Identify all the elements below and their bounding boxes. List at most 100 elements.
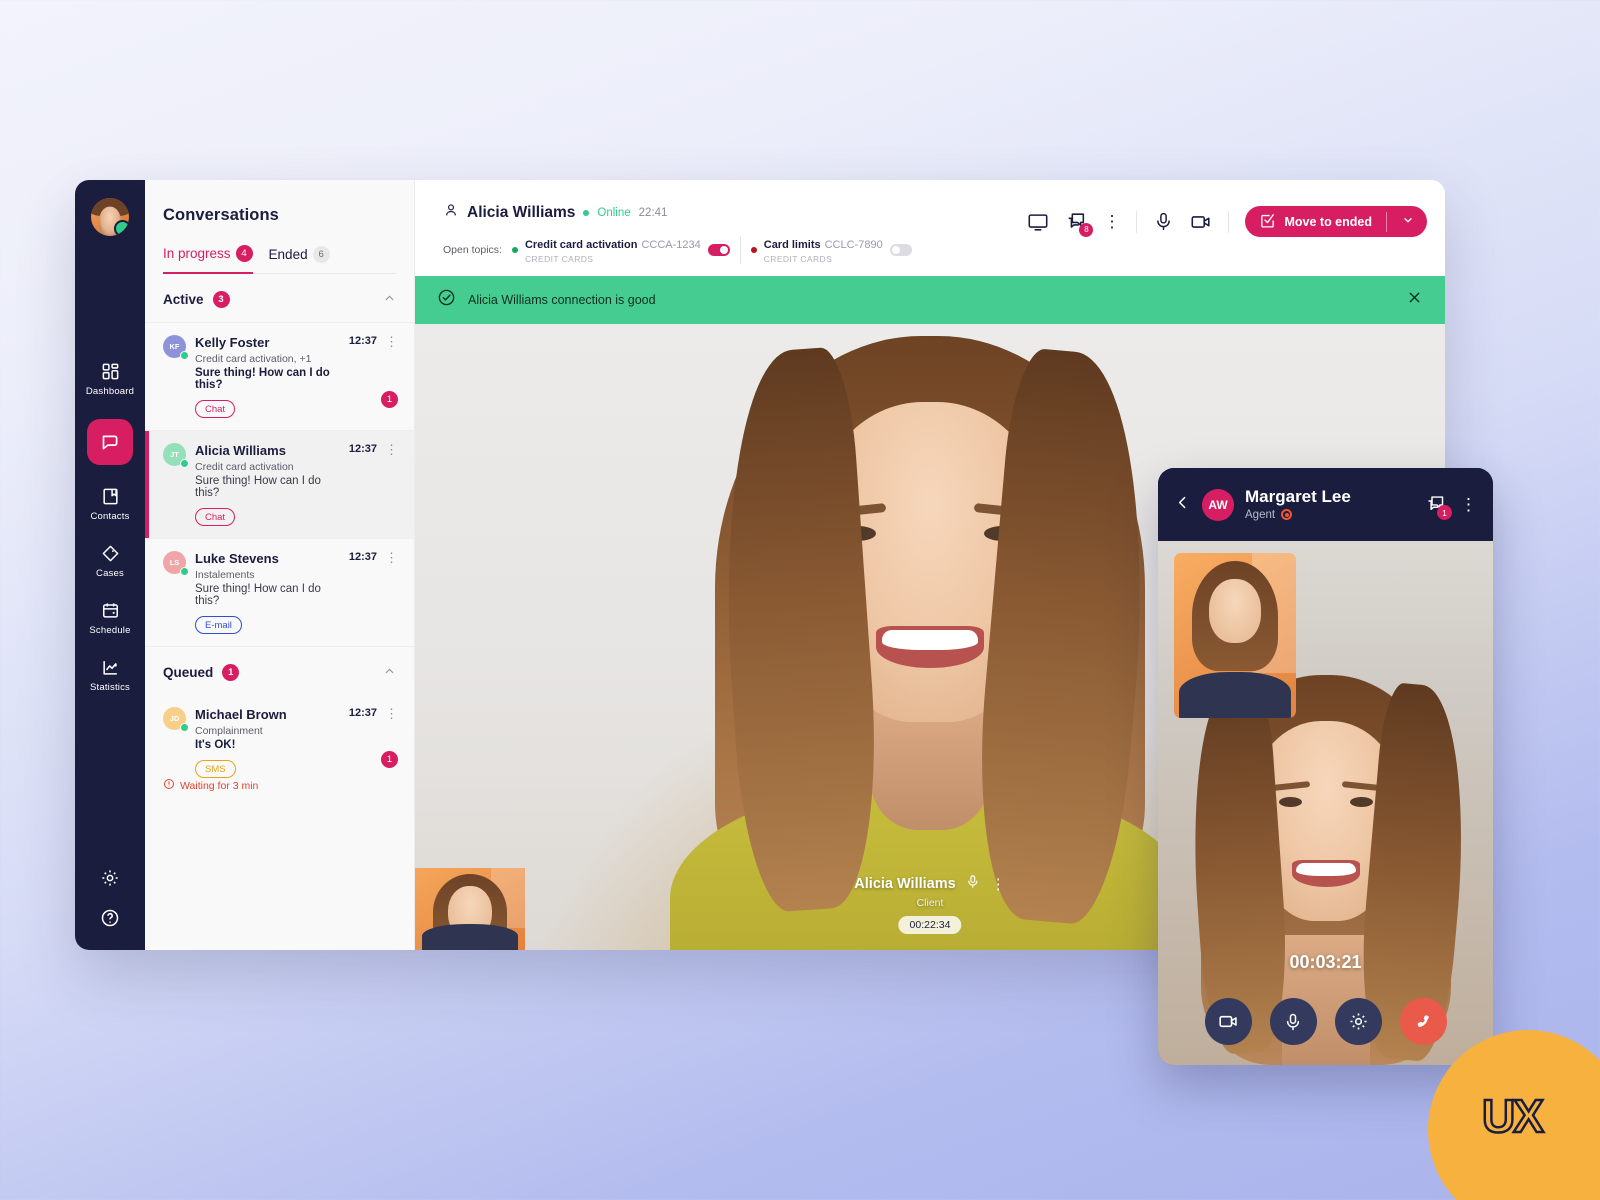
- list-item[interactable]: JT Alicia Williams Credit card activatio…: [145, 430, 414, 538]
- conversation-header-actions: 8 ⋮ Move to ended: [1027, 202, 1427, 237]
- avatar-initials: LS: [169, 558, 180, 567]
- sidebar-item-dashboard[interactable]: Dashboard: [75, 362, 145, 397]
- sidebar-item-statistics[interactable]: Statistics: [75, 658, 145, 693]
- self-view-thumbnail[interactable]: [415, 868, 525, 950]
- agent-avatar[interactable]: [91, 198, 129, 236]
- topic-toggle[interactable]: [707, 243, 730, 256]
- topic-text: Credit card activation CCCA-1234 CREDIT C…: [525, 235, 701, 264]
- sidebar-item-cases[interactable]: Cases: [75, 544, 145, 579]
- gear-icon[interactable]: [1334, 998, 1382, 1045]
- mobile-header-actions: 1 ⋮: [1425, 494, 1477, 520]
- hangup-icon[interactable]: [1399, 998, 1447, 1045]
- monitor-icon[interactable]: [1027, 211, 1049, 233]
- avatar: KF: [163, 335, 189, 360]
- move-to-ended-button[interactable]: Move to ended: [1245, 206, 1427, 237]
- topic-category: CREDIT CARDS: [763, 254, 833, 264]
- conversation-body: Michael Brown Complainment It's OK!: [195, 707, 340, 751]
- gear-icon[interactable]: [100, 868, 120, 888]
- mobile-participant-name: Margaret Lee: [1245, 487, 1351, 507]
- customer-name: Alicia Williams: [467, 203, 576, 221]
- conversation-tabs: In progress 4 Ended 6: [145, 225, 414, 274]
- topic-toggle[interactable]: [889, 243, 912, 256]
- conversations-icon: [100, 432, 121, 453]
- tag-row: SMS 1: [163, 750, 398, 778]
- conversations-panel: Conversations In progress 4 Ended 6 Acti…: [145, 180, 415, 950]
- conversation-topic: Credit card activation: [195, 461, 294, 473]
- avatar-online-dot: [114, 220, 129, 236]
- video-camera-icon[interactable]: [1190, 211, 1212, 233]
- conversation-header: Alicia Williams Online 22:41 Open topics…: [415, 180, 1445, 276]
- topic-code: CCLC-7890: [824, 239, 883, 251]
- chat-icon[interactable]: 1: [1425, 494, 1452, 520]
- conversation-preview: It's OK!: [195, 739, 236, 751]
- group-title: Active: [163, 292, 204, 307]
- sidebar-item-label: Cases: [96, 568, 124, 579]
- help-icon[interactable]: [100, 908, 120, 928]
- sidebar-item-label: Schedule: [89, 625, 131, 636]
- more-vertical-icon[interactable]: ⋮: [385, 443, 398, 456]
- stage-name-row: Alicia Williams ⋮: [854, 874, 1006, 894]
- online-dot: [180, 351, 189, 360]
- sidebar-item-conversations[interactable]: [87, 419, 133, 465]
- avatar: LS: [163, 551, 189, 576]
- tag-row: E-mail: [163, 616, 398, 634]
- connection-banner: Alicia Williams connection is good: [415, 276, 1445, 324]
- list-item[interactable]: KF Kelly Foster Credit card activation, …: [145, 322, 414, 430]
- chat-icon[interactable]: 8: [1065, 211, 1094, 237]
- contact-name: Luke Stevens: [195, 551, 279, 566]
- tag-row: Chat 1: [163, 390, 398, 418]
- microphone-icon[interactable]: [1269, 998, 1317, 1045]
- list-item[interactable]: LS Luke Stevens Instalements Sure thing!…: [145, 538, 414, 646]
- video-camera-icon[interactable]: [1204, 998, 1252, 1045]
- stage-participant-overlay: Alicia Williams ⋮ Client 00:22:34: [854, 874, 1006, 934]
- tab-in-progress[interactable]: In progress 4: [163, 245, 253, 274]
- more-vertical-icon[interactable]: ⋮: [385, 551, 398, 564]
- more-vertical-icon[interactable]: ⋮: [1103, 213, 1120, 230]
- chevron-left-icon[interactable]: [1174, 494, 1191, 516]
- sidebar-item-label: Contacts: [90, 511, 130, 522]
- status-badge: Online: [597, 206, 631, 219]
- statistics-icon: [101, 658, 120, 677]
- conversation-row: LS Luke Stevens Instalements Sure thing!…: [163, 551, 398, 607]
- waiting-status: Waiting for 3 min: [163, 778, 398, 793]
- more-vertical-icon[interactable]: ⋮: [991, 877, 1006, 892]
- more-vertical-icon[interactable]: ⋮: [385, 707, 398, 720]
- microphone-icon[interactable]: [966, 874, 981, 894]
- conversation-topic: Credit card activation, +1: [195, 353, 312, 365]
- self-view-body: [1179, 672, 1291, 718]
- contact-name: Michael Brown: [195, 707, 287, 722]
- session-time: 22:41: [638, 206, 668, 219]
- tab-label: Ended: [268, 247, 308, 262]
- microphone-icon[interactable]: [1153, 211, 1174, 232]
- mobile-video-area[interactable]: 00:03:21: [1158, 541, 1493, 1065]
- chevron-up-icon[interactable]: [383, 665, 396, 681]
- sidebar-item-contacts[interactable]: Contacts: [75, 487, 145, 522]
- primary-navigation-rail: Dashboard Contacts Cases Schedule Statis…: [75, 180, 145, 950]
- tab-ended[interactable]: Ended 6: [269, 246, 330, 273]
- sidebar-item-schedule[interactable]: Schedule: [75, 601, 145, 636]
- participant-eye: [1349, 797, 1373, 807]
- list-item[interactable]: JD Michael Brown Complainment It's OK! 1…: [145, 695, 414, 805]
- close-icon[interactable]: [1406, 289, 1423, 311]
- timestamp: 12:37: [348, 551, 377, 563]
- mobile-call-controls: [1158, 998, 1493, 1045]
- alert-circle-icon: [163, 778, 175, 793]
- chevron-up-icon[interactable]: [383, 292, 396, 308]
- more-vertical-icon[interactable]: ⋮: [385, 335, 398, 348]
- channel-tag: SMS: [195, 760, 236, 778]
- group-header-active[interactable]: Active 3: [145, 274, 414, 322]
- topic-credit-card-activation[interactable]: Credit card activation CCCA-1234 CREDIT C…: [511, 235, 730, 264]
- conversation-meta: 12:37 ⋮: [349, 707, 398, 720]
- stage-call-timer: 00:22:34: [898, 916, 962, 934]
- group-header-queued[interactable]: Queued 1: [145, 646, 414, 695]
- conversation-topic: Instalements: [195, 569, 255, 581]
- more-vertical-icon[interactable]: ⋮: [1460, 496, 1477, 513]
- chevron-down-icon[interactable]: [1395, 214, 1421, 229]
- topic-card-limits[interactable]: Card limits CCLC-7890 CREDIT CARDS: [750, 235, 912, 264]
- mobile-self-view-thumbnail[interactable]: [1174, 553, 1296, 718]
- contacts-icon: [101, 487, 120, 506]
- online-dot: [180, 567, 189, 576]
- participant-mouth: [876, 626, 984, 668]
- timestamp: 12:37: [348, 707, 377, 719]
- conversation-header-left: Alicia Williams Online 22:41 Open topics…: [443, 202, 1027, 264]
